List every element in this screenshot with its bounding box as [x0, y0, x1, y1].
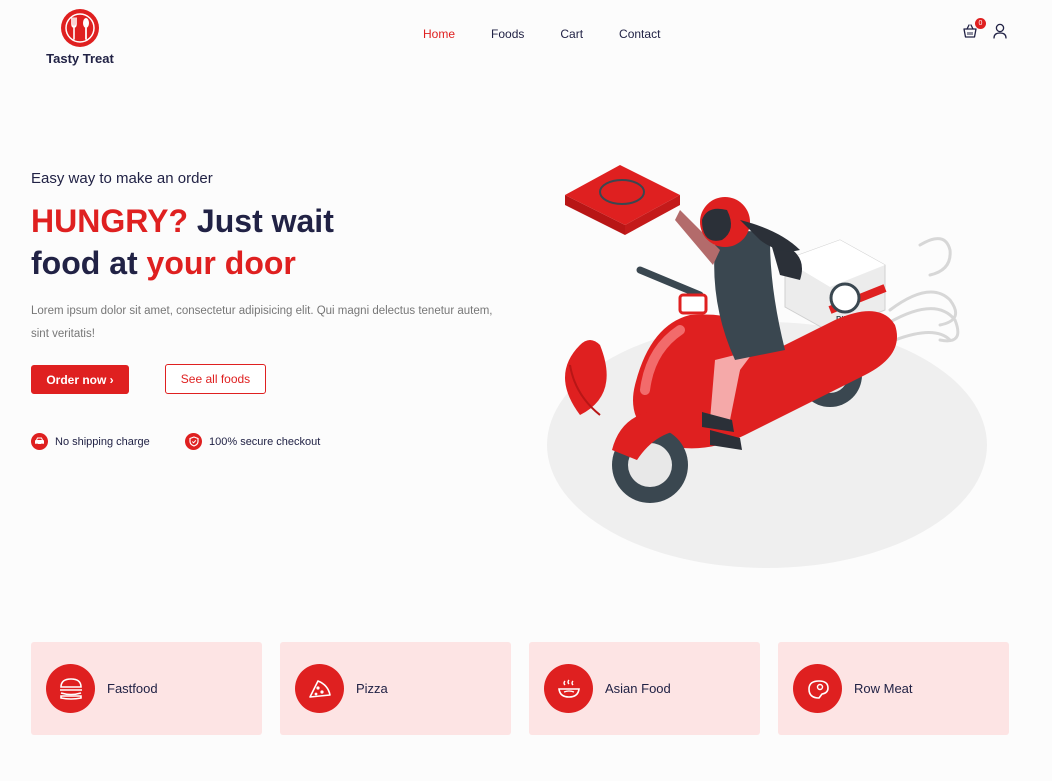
- header-icons: 0: [962, 18, 1008, 40]
- nav-cart[interactable]: Cart: [560, 27, 583, 41]
- hero-title-food-at: food at: [31, 245, 147, 281]
- category-pizza[interactable]: Pizza: [280, 642, 511, 735]
- logo[interactable]: Tasty Treat: [40, 8, 120, 66]
- shield-icon: [185, 433, 202, 450]
- hero-title-hungry: HUNGRY?: [31, 203, 189, 239]
- feature-secure-checkout: 100% secure checkout: [185, 433, 320, 450]
- logo-text: Tasty Treat: [46, 51, 114, 66]
- feature-no-shipping-label: No shipping charge: [55, 435, 150, 448]
- feature-no-shipping: No shipping charge: [31, 433, 150, 450]
- nav-foods[interactable]: Foods: [491, 27, 524, 41]
- wind-lines: [883, 237, 960, 343]
- hero-title-just-wait: Just wait: [188, 203, 334, 239]
- see-all-foods-button[interactable]: See all foods: [165, 364, 266, 394]
- order-now-button[interactable]: Order now ›: [31, 365, 129, 394]
- user-button[interactable]: [992, 22, 1008, 40]
- hero-title-your-door: your door: [146, 245, 296, 281]
- category-fastfood[interactable]: Fastfood: [31, 642, 262, 735]
- category-row-meat-label: Row Meat: [854, 681, 913, 696]
- category-row-meat[interactable]: Row Meat: [778, 642, 1009, 735]
- meat-icon: [793, 664, 842, 713]
- noodles-icon: [544, 664, 593, 713]
- main-nav: Home Foods Cart Contact: [423, 27, 660, 41]
- user-icon: [993, 23, 1007, 39]
- cart-badge: 0: [975, 18, 986, 29]
- cart-button[interactable]: 0: [962, 18, 986, 40]
- category-fastfood-label: Fastfood: [107, 681, 158, 696]
- header: Tasty Treat Home Foods Cart Contact 0: [0, 0, 1052, 80]
- category-asian-food-label: Asian Food: [605, 681, 671, 696]
- logo-icon: [61, 9, 99, 47]
- category-asian-food[interactable]: Asian Food: [529, 642, 760, 735]
- nav-home[interactable]: Home: [423, 27, 455, 41]
- burger-icon: [46, 664, 95, 713]
- pizza-icon: [295, 664, 344, 713]
- hero-description: Lorem ipsum dolor sit amet, consectetur …: [31, 305, 493, 340]
- category-pizza-label: Pizza: [356, 681, 388, 696]
- car-icon: [31, 433, 48, 450]
- hero-subtitle: Easy way to make an order: [31, 170, 213, 187]
- nav-contact[interactable]: Contact: [619, 27, 660, 41]
- hero-title: HUNGRY? Just wait food at your door: [31, 200, 431, 284]
- feature-secure-checkout-label: 100% secure checkout: [209, 435, 321, 448]
- delivery-scooter-illustration: PIZZA: [547, 165, 987, 568]
